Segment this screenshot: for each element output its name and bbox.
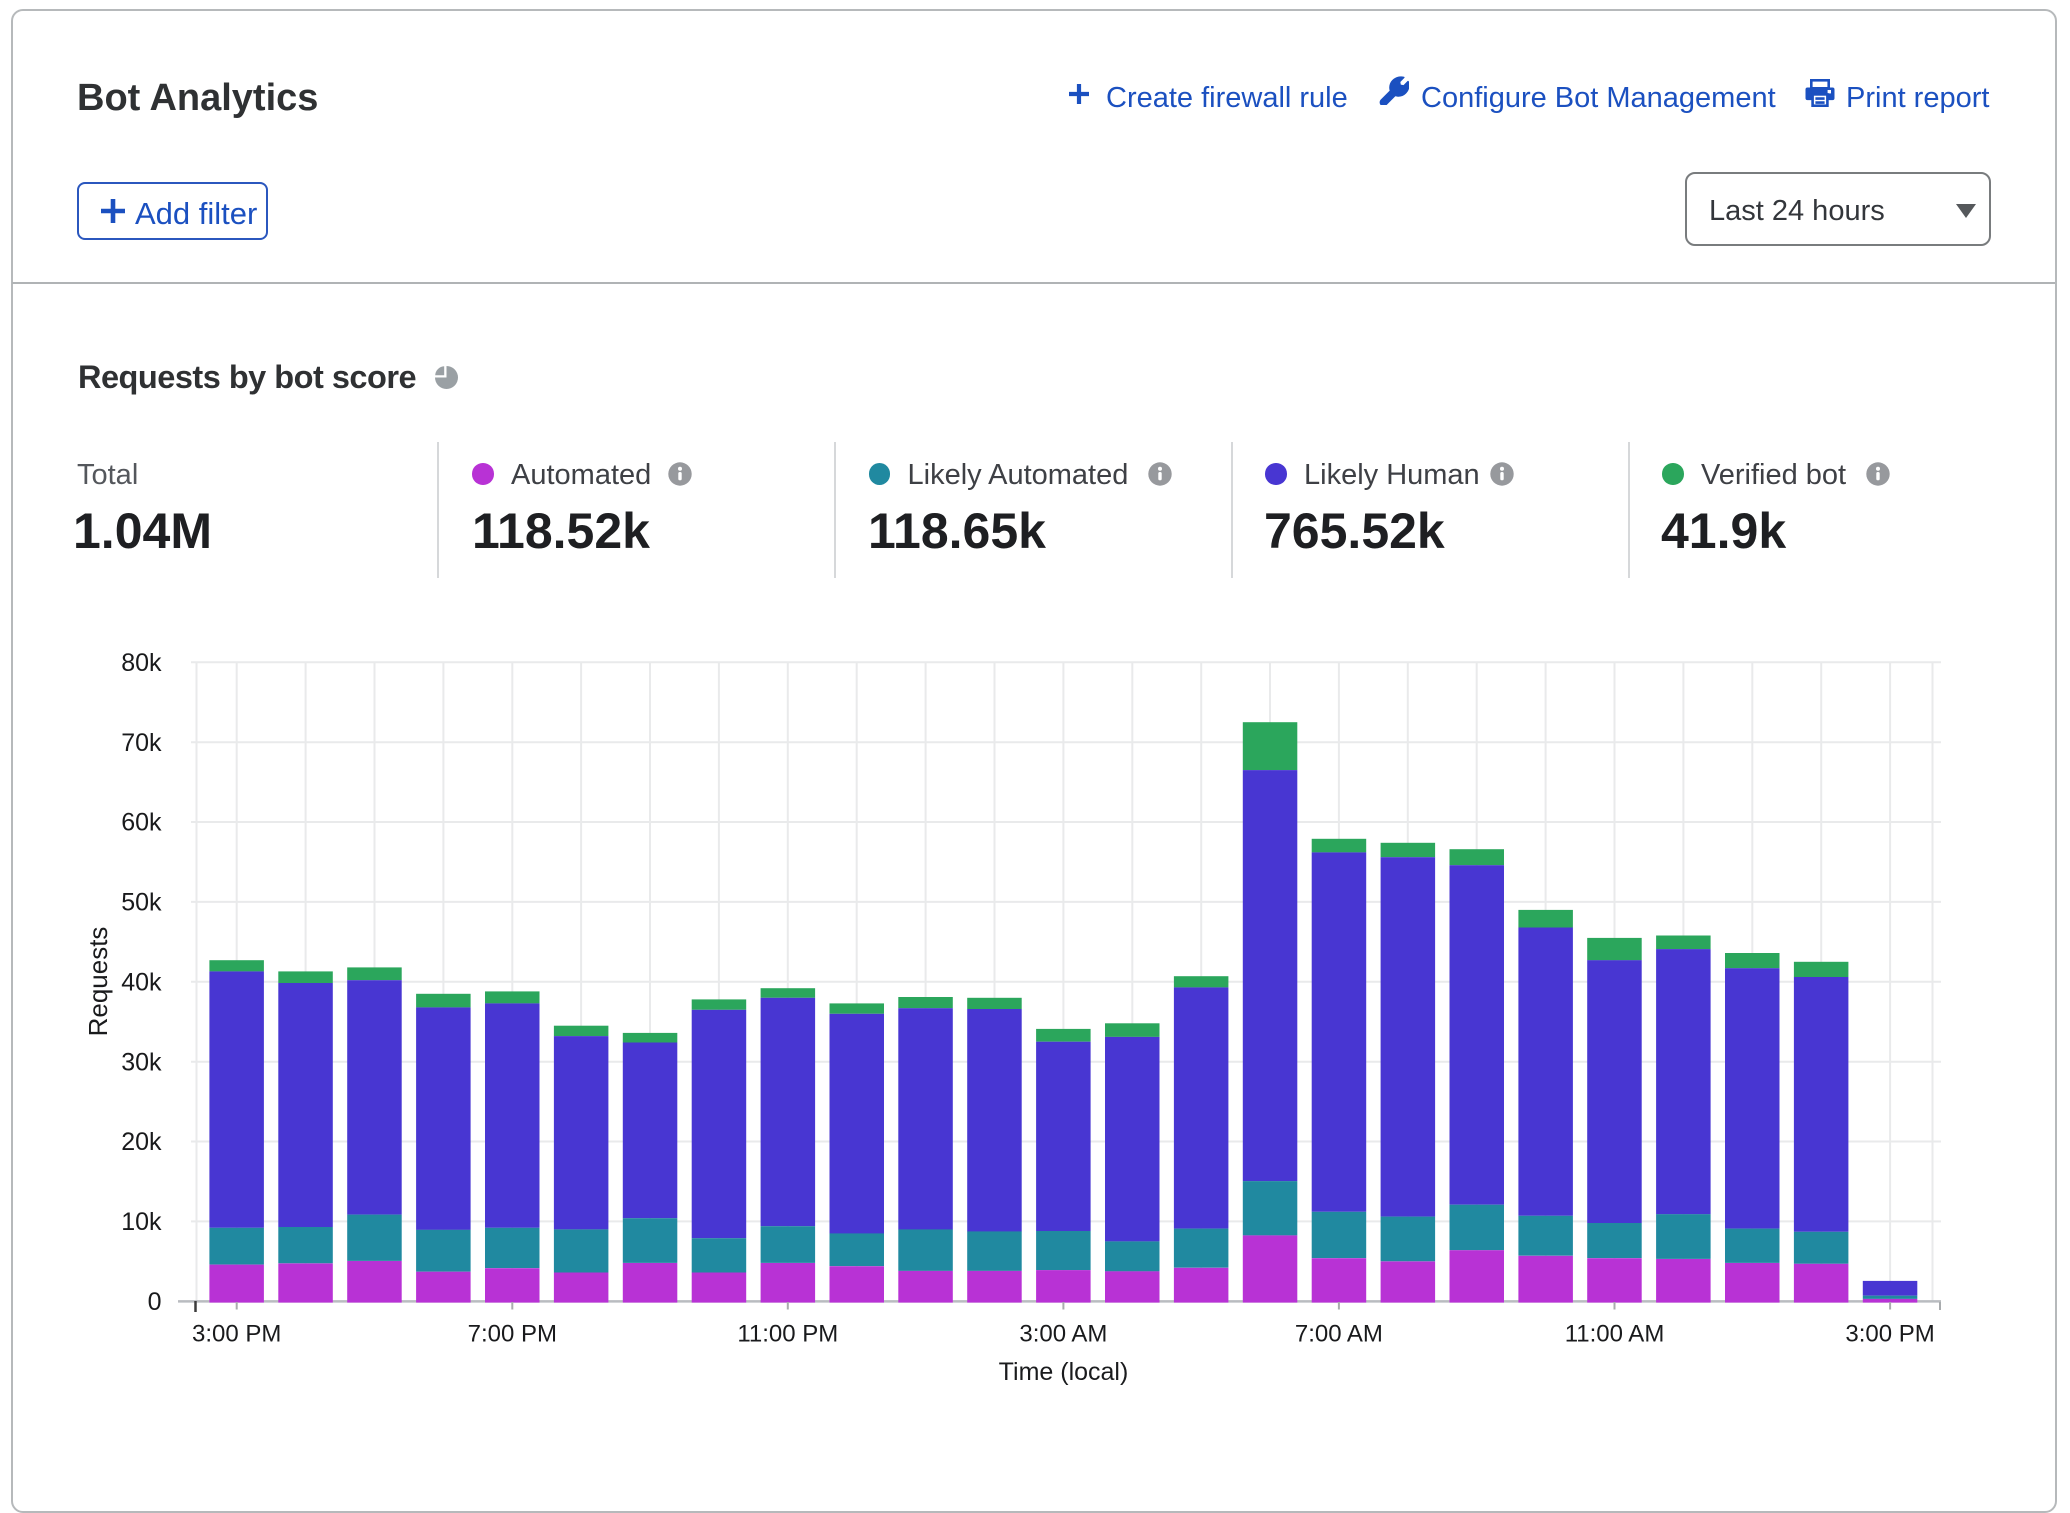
svg-text:10k: 10k (121, 1208, 162, 1236)
svg-text:7:00 AM: 7:00 AM (1295, 1321, 1383, 1348)
svg-text:11:00 PM: 11:00 PM (737, 1321, 838, 1348)
svg-text:0: 0 (148, 1288, 162, 1316)
svg-text:60k: 60k (121, 809, 162, 837)
svg-text:Requests: Requests (83, 927, 113, 1037)
svg-text:3:00 PM: 3:00 PM (192, 1321, 281, 1348)
svg-text:30k: 30k (121, 1048, 162, 1076)
svg-text:40k: 40k (121, 968, 162, 996)
svg-text:80k: 80k (121, 649, 162, 677)
svg-text:Time (local): Time (local) (999, 1358, 1129, 1386)
svg-text:3:00 PM: 3:00 PM (1845, 1321, 1934, 1348)
svg-text:50k: 50k (121, 889, 162, 917)
svg-text:3:00 AM: 3:00 AM (1019, 1321, 1107, 1348)
svg-text:11:00 AM: 11:00 AM (1565, 1321, 1665, 1348)
svg-text:70k: 70k (121, 729, 162, 757)
svg-text:20k: 20k (121, 1128, 162, 1156)
svg-text:7:00 PM: 7:00 PM (468, 1321, 557, 1348)
